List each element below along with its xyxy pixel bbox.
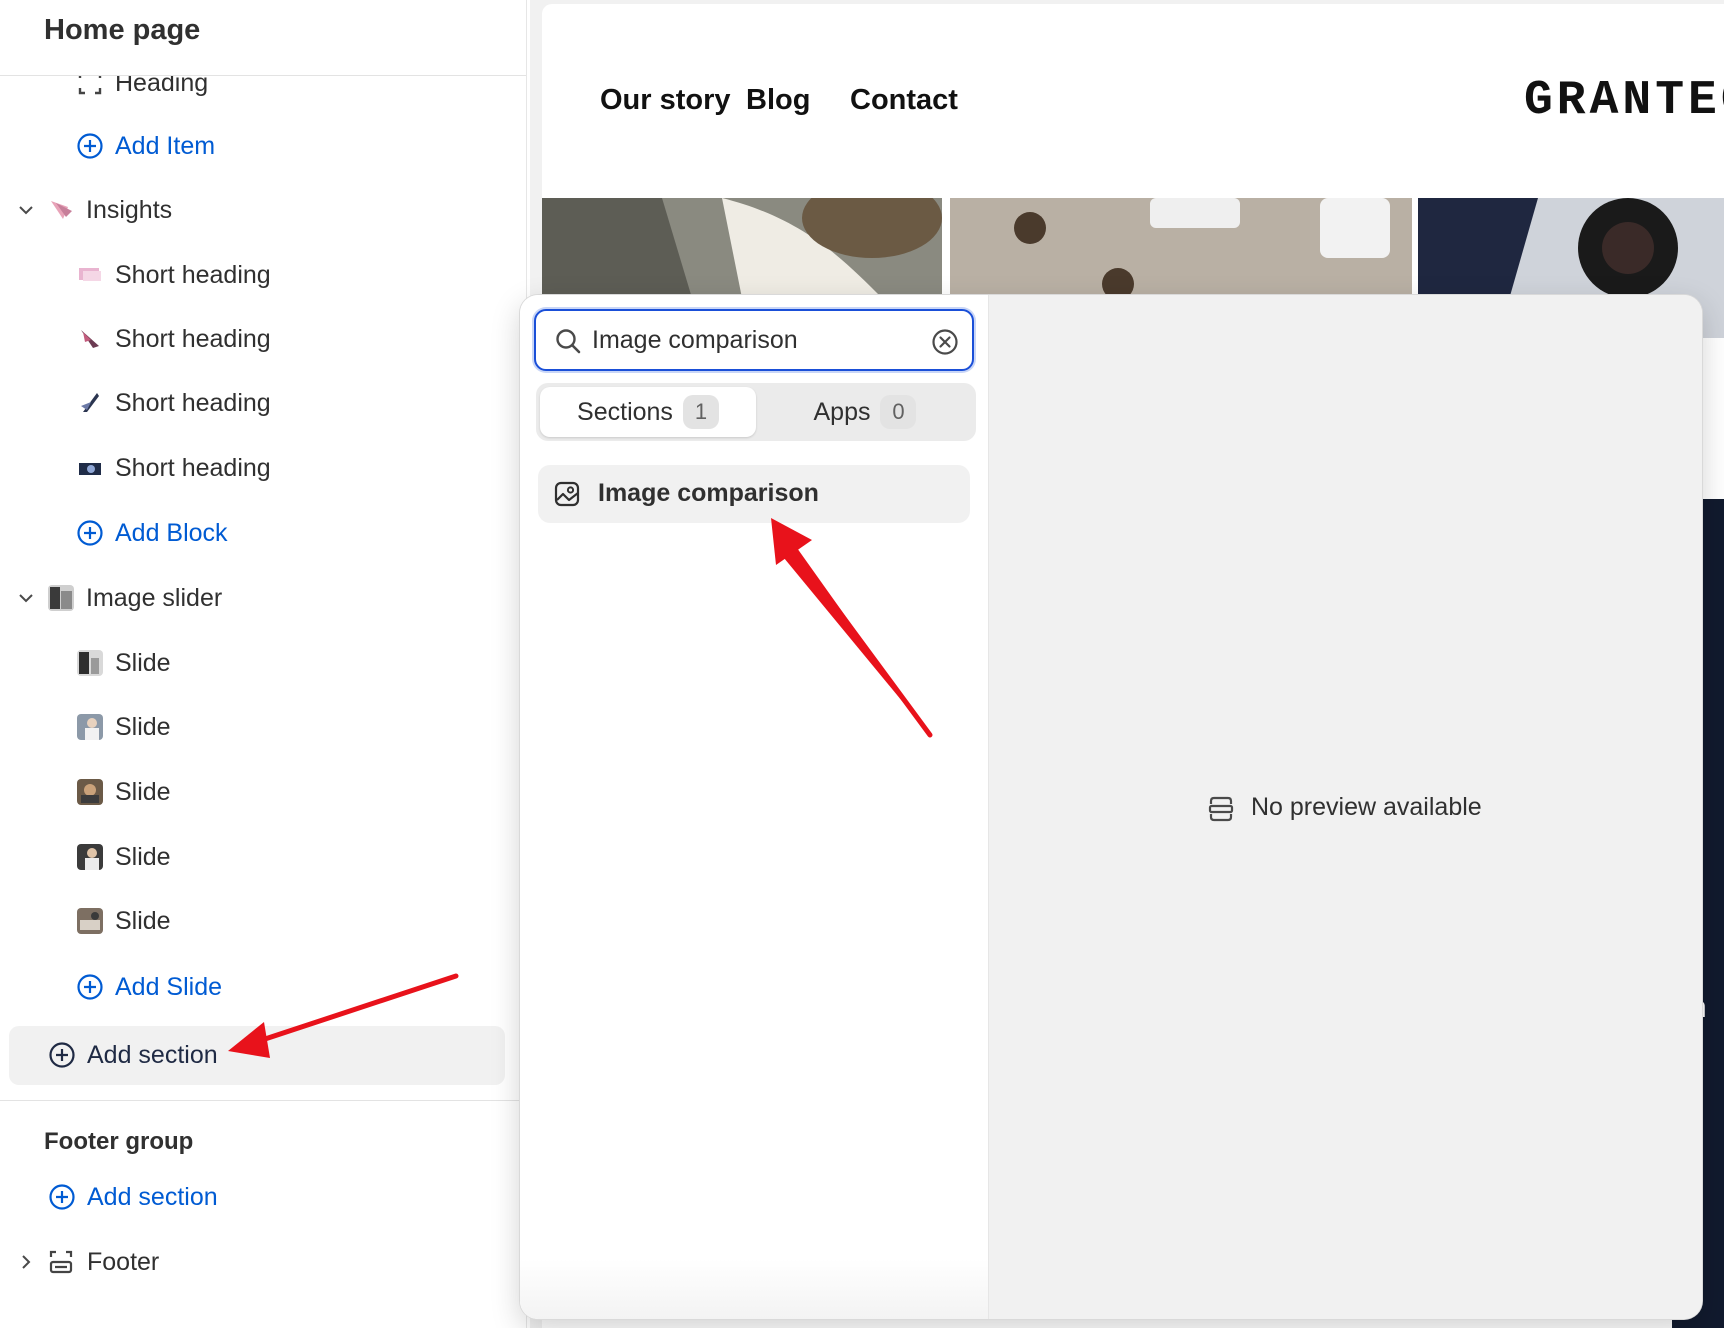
sidebar-item-short-heading[interactable]: Short heading	[0, 246, 526, 304]
slide-thumb-2	[77, 714, 103, 740]
section-result-image-comparison[interactable]: Image comparison	[538, 465, 970, 523]
add-block-button[interactable]: Add Block	[0, 504, 526, 562]
theme-editor-sidebar: Heading Home page Add Item Insights Shor…	[0, 0, 527, 1328]
no-preview-label: No preview available	[1251, 793, 1482, 821]
slide-thumb-3	[77, 779, 103, 805]
plus-circle-icon	[77, 520, 103, 546]
chevron-right-icon[interactable]	[16, 1252, 36, 1272]
tab-apps-count: 0	[880, 395, 917, 429]
add-item-label: Add Item	[115, 131, 216, 160]
sidebar-item-label: Slide	[115, 777, 171, 806]
plus-circle-icon	[77, 974, 103, 1000]
sidebar-item-label: Short heading	[115, 453, 271, 482]
store-logo[interactable]: GRANTEC	[1524, 74, 1724, 128]
sidebar-item-slide[interactable]: Slide	[0, 634, 526, 692]
sidebar-item-short-heading[interactable]: Short heading	[0, 374, 526, 432]
image-icon	[554, 481, 580, 507]
hero-image-1	[542, 198, 942, 298]
insight-thumb-2	[77, 326, 103, 352]
sidebar-item-slide[interactable]: Slide	[0, 892, 526, 950]
sidebar-item-label: Short heading	[115, 260, 271, 289]
slide-thumb-5	[77, 908, 103, 934]
sidebar-section-label: Footer	[87, 1247, 160, 1276]
section-search-input[interactable]	[592, 319, 922, 361]
layout-sections-icon	[1208, 796, 1234, 822]
sidebar-item-slide[interactable]: Slide	[0, 698, 526, 756]
section-picker-pane: Sections 1 Apps 0 Image comparison	[520, 295, 988, 1319]
section-preview-pane: No preview available	[988, 295, 1702, 1319]
page-title: Home page	[44, 14, 201, 46]
sidebar-section-footer[interactable]: Footer	[0, 1233, 526, 1291]
sidebar-item-label: Short heading	[115, 324, 271, 353]
footer-layout-icon	[49, 1250, 73, 1274]
insight-thumb-3	[77, 390, 103, 416]
sidebar-item-label: Slide	[115, 648, 171, 677]
slide-thumb-4	[77, 844, 103, 870]
tab-sections-label: Sections	[577, 397, 673, 426]
sidebar-section-label: Image slider	[86, 583, 223, 612]
clear-search-icon[interactable]	[930, 327, 960, 357]
section-search-box[interactable]	[534, 309, 974, 371]
image-slider-thumb	[48, 585, 74, 611]
slide-thumb-1	[77, 650, 103, 676]
sidebar-item-slide[interactable]: Slide	[0, 828, 526, 886]
tab-apps-label: Apps	[813, 397, 871, 426]
nav-link-contact[interactable]: Contact	[850, 84, 958, 117]
sidebar-section-image-slider[interactable]: Image slider	[0, 569, 526, 627]
sidebar-item-short-heading[interactable]: Short heading	[0, 439, 526, 497]
result-tabs: Sections 1 Apps 0	[536, 383, 976, 441]
insights-thumb	[48, 197, 74, 223]
sidebar-item-label: Slide	[115, 842, 171, 871]
sidebar-item-short-heading[interactable]: Short heading	[0, 310, 526, 368]
nav-link-our-story[interactable]: Our story	[600, 84, 731, 117]
no-preview-placeholder: No preview available	[989, 295, 1702, 1319]
nav-link-blog[interactable]: Blog	[746, 84, 810, 117]
pane-bottom-fade	[520, 1259, 988, 1319]
sidebar-section-insights[interactable]: Insights	[0, 181, 526, 239]
plus-circle-icon	[49, 1042, 75, 1068]
sidebar-header: Home page	[0, 0, 526, 76]
footer-add-section-label: Add section	[87, 1182, 218, 1211]
chevron-down-icon[interactable]	[16, 200, 36, 220]
add-slide-button[interactable]: Add Slide	[0, 958, 526, 1016]
add-slide-label: Add Slide	[115, 972, 223, 1001]
sidebar-item-label: Slide	[115, 712, 171, 741]
search-icon	[556, 329, 581, 354]
add-section-button[interactable]: Add section	[0, 1026, 526, 1084]
tab-sections-count: 1	[682, 395, 719, 429]
tab-sections[interactable]: Sections 1	[540, 387, 756, 437]
store-header: Our story Blog Contact GRANTEC	[542, 4, 1724, 199]
insight-thumb-4	[77, 455, 103, 481]
footer-group-title: Footer group	[44, 1128, 194, 1155]
tab-apps[interactable]: Apps 0	[758, 387, 972, 437]
hero-image-2	[950, 198, 1412, 298]
add-block-label: Add Block	[115, 518, 228, 547]
section-result-label: Image comparison	[598, 479, 819, 507]
add-section-popover: Sections 1 Apps 0 Image comparison	[520, 295, 1702, 1319]
plus-circle-icon	[49, 1184, 75, 1210]
sidebar-item-label: Slide	[115, 906, 171, 935]
insight-thumb-1	[77, 262, 103, 288]
sidebar-item-label: Short heading	[115, 388, 271, 417]
chevron-down-icon[interactable]	[16, 588, 36, 608]
sidebar-section-label: Insights	[86, 195, 173, 224]
footer-add-section-button[interactable]: Add section	[0, 1168, 526, 1226]
sidebar-divider	[0, 1100, 520, 1101]
sidebar-item-slide[interactable]: Slide	[0, 763, 526, 821]
add-section-label: Add section	[87, 1040, 218, 1069]
add-item-button[interactable]: Add Item	[0, 117, 526, 175]
plus-circle-icon	[77, 133, 103, 159]
